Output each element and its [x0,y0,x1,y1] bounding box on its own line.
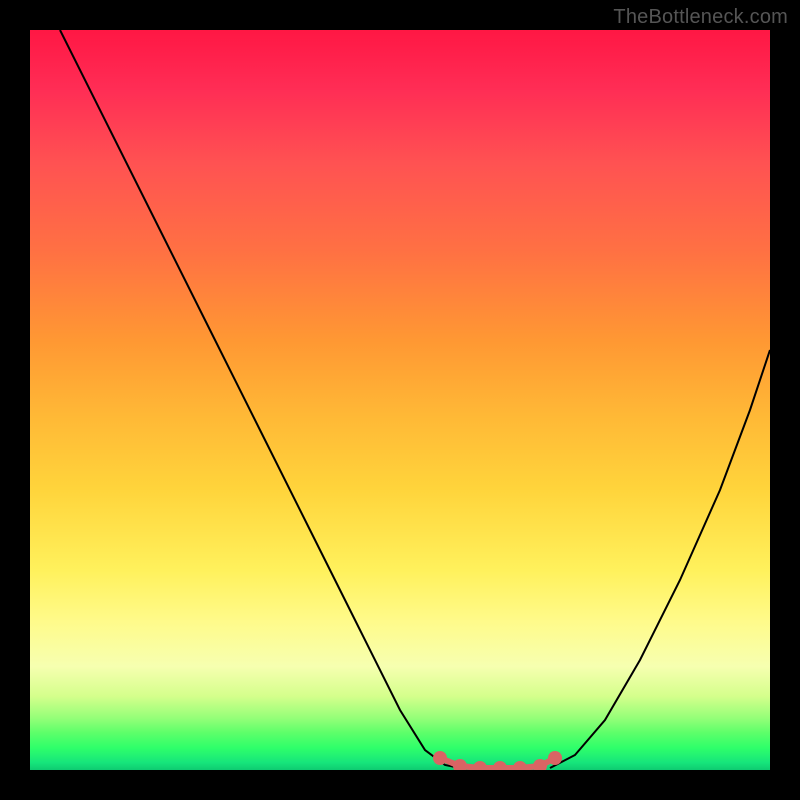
marker-dot [433,751,447,765]
plot-area [30,30,770,770]
marker-dot [513,761,527,770]
marker-dot [453,759,467,770]
marker-dot [548,751,562,765]
watermark-text: TheBottleneck.com [613,6,788,29]
marker-dot [473,761,487,770]
curve-overlay [30,30,770,770]
chart-container: TheBottleneck.com [0,0,800,800]
curve-right-curve [550,350,770,768]
marker-dot [493,761,507,770]
curve-left-curve [60,30,460,768]
